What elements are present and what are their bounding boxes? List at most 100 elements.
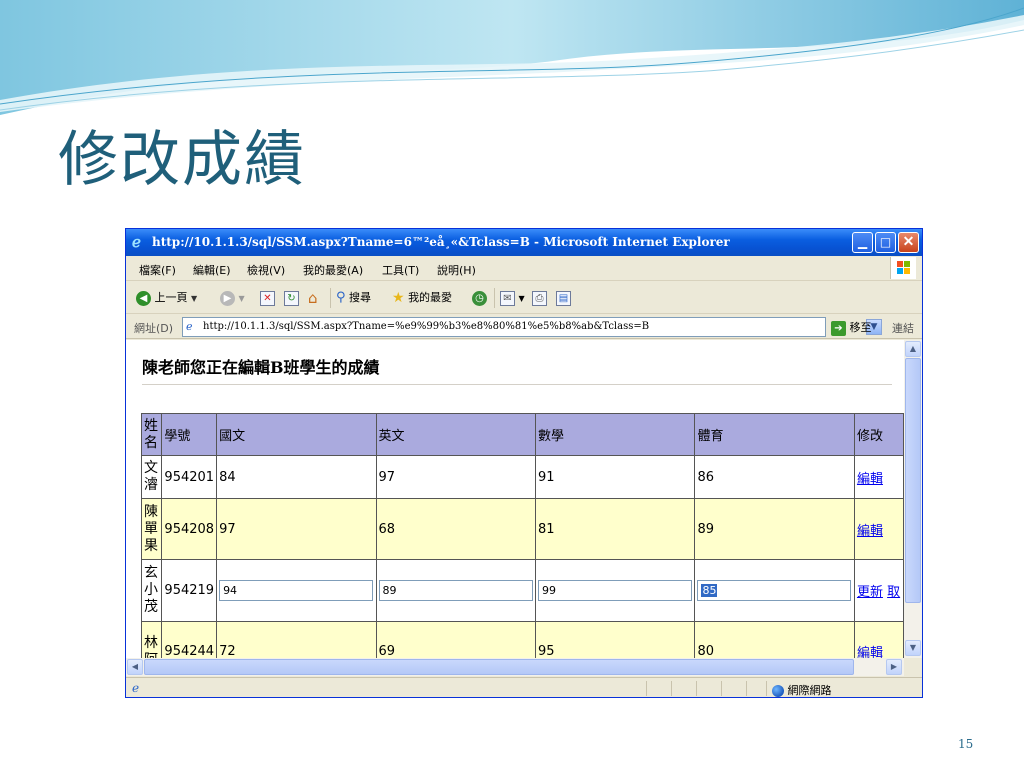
go-label: 移至 xyxy=(849,321,872,334)
status-divider xyxy=(696,681,697,696)
refresh-button[interactable]: ↻ xyxy=(284,289,299,307)
address-url: http://10.1.1.3/sql/SSM.aspx?Tname=%e9%9… xyxy=(203,321,650,332)
favorites-label: 我的最愛 xyxy=(408,291,453,304)
col-header-pe: 體育 xyxy=(694,413,855,456)
math-score-input[interactable] xyxy=(538,580,692,601)
score-pe: 86 xyxy=(694,455,855,499)
cancel-link[interactable]: 取 xyxy=(887,585,900,600)
vertical-scroll-thumb[interactable] xyxy=(905,358,921,603)
status-divider xyxy=(766,681,767,696)
slide-number: 15 xyxy=(958,737,974,751)
horizontal-scroll-thumb[interactable] xyxy=(144,659,854,675)
score-math: 95 xyxy=(534,621,696,658)
status-divider xyxy=(746,681,747,696)
go-button[interactable]: ➔ 移至 xyxy=(831,319,872,336)
scroll-down-icon[interactable]: ▼ xyxy=(905,640,921,656)
search-button[interactable]: ⚲ 搜尋 xyxy=(336,289,371,307)
address-input[interactable]: ℯ http://10.1.1.3/sql/SSM.aspx?Tname=%e9… xyxy=(182,317,882,337)
table-row: 陳單果 954208 97 68 81 89 編輯 xyxy=(140,498,904,560)
menu-bar: 檔案(F) 編輯(E) 檢視(V) 我的最愛(A) 工具(T) 說明(H) xyxy=(126,256,922,281)
refresh-icon: ↻ xyxy=(284,290,299,306)
score-english: 68 xyxy=(375,498,537,560)
forward-arrow-icon: ▶ xyxy=(220,290,235,306)
search-label: 搜尋 xyxy=(349,291,372,304)
menu-file[interactable]: 檔案(F) xyxy=(139,262,176,278)
home-button[interactable]: ⌂ xyxy=(308,289,318,307)
score-math: 81 xyxy=(534,498,696,560)
student-id: 954208 xyxy=(161,498,218,560)
close-button[interactable]: ✕ xyxy=(898,232,919,253)
page-heading: 陳老師您正在編輯B班學生的成績 xyxy=(142,358,380,377)
student-name: 陳單果 xyxy=(140,498,163,560)
ie-window: ℯ http://10.1.1.3/sql/SSM.aspx?Tname=6™²… xyxy=(125,228,923,698)
globe-icon xyxy=(772,685,784,697)
col-header-id: 學號 xyxy=(161,413,218,456)
back-dropdown-icon: ▼ xyxy=(191,294,198,303)
window-title: http://10.1.1.3/sql/SSM.aspx?Tname=6™²eå… xyxy=(152,235,730,249)
edit-link[interactable]: 編輯 xyxy=(857,524,883,539)
address-bar: 網址(D) ℯ http://10.1.1.3/sql/SSM.aspx?Tna… xyxy=(126,315,922,339)
col-header-math: 數學 xyxy=(534,413,696,456)
menu-view[interactable]: 檢視(V) xyxy=(247,262,285,278)
student-name: 林阿 xyxy=(140,621,163,658)
chinese-score-input[interactable] xyxy=(219,580,374,601)
menu-tools[interactable]: 工具(T) xyxy=(382,262,419,278)
score-chinese: 84 xyxy=(216,455,377,499)
score-chinese: 97 xyxy=(216,498,377,560)
col-header-name: 姓名 xyxy=(140,413,163,456)
col-header-chinese: 國文 xyxy=(216,413,377,456)
mail-dropdown-icon: ▼ xyxy=(518,294,525,303)
slide-title: 修改成績 xyxy=(58,125,306,195)
heading-rule xyxy=(142,384,892,386)
page-status-icon: ℯ xyxy=(132,681,140,695)
horizontal-scrollbar[interactable]: ◀ ▶ xyxy=(126,658,904,676)
maximize-button[interactable]: □ xyxy=(875,232,896,253)
security-zone: 網際網路 xyxy=(772,682,832,697)
menu-edit[interactable]: 編輯(E) xyxy=(193,262,231,278)
edit-page-button[interactable]: ▤ xyxy=(556,289,571,307)
back-button[interactable]: ◀ 上一頁 ▼ xyxy=(136,289,197,307)
student-id: 954244 xyxy=(161,621,218,658)
stop-button[interactable]: ✕ xyxy=(260,289,275,307)
menu-help[interactable]: 說明(H) xyxy=(437,262,476,278)
edit-link[interactable]: 編輯 xyxy=(857,646,883,658)
score-english: 69 xyxy=(375,621,537,658)
history-button[interactable]: ◷ xyxy=(472,289,487,307)
status-bar: ℯ 網際網路 xyxy=(126,677,922,697)
edit-link[interactable]: 編輯 xyxy=(857,472,883,487)
table-row: 文濬 954201 84 97 91 86 編輯 xyxy=(140,455,904,499)
favorites-star-icon: ★ xyxy=(392,290,405,306)
mail-button[interactable]: ✉ ▼ xyxy=(500,289,525,307)
print-button[interactable]: ⎙ xyxy=(532,289,547,307)
english-score-input[interactable] xyxy=(378,580,533,601)
scroll-left-icon[interactable]: ◀ xyxy=(127,659,143,675)
links-button[interactable]: 連結 xyxy=(892,320,914,336)
home-icon: ⌂ xyxy=(308,289,318,307)
table-header-row: 姓名 學號 國文 英文 數學 體育 修改 xyxy=(140,413,904,456)
student-id: 954201 xyxy=(161,455,218,499)
toolbar-divider xyxy=(494,288,495,308)
title-bar[interactable]: ℯ http://10.1.1.3/sql/SSM.aspx?Tname=6™²… xyxy=(126,229,922,256)
back-arrow-icon: ◀ xyxy=(136,290,151,306)
go-arrow-icon: ➔ xyxy=(831,320,846,336)
scroll-corner xyxy=(904,658,922,676)
student-name: 文濬 xyxy=(140,455,163,499)
forward-button[interactable]: ▶ ▼ xyxy=(220,289,245,307)
minimize-button[interactable]: ▁ xyxy=(852,232,873,253)
pe-score-input[interactable]: 85 xyxy=(697,580,852,601)
scroll-up-icon[interactable]: ▲ xyxy=(905,341,921,357)
grade-table: 姓名 學號 國文 英文 數學 體育 修改 文濬 954201 84 97 91 … xyxy=(140,413,904,658)
vertical-scrollbar[interactable]: ▲ ▼ xyxy=(904,340,922,658)
menu-favorites[interactable]: 我的最愛(A) xyxy=(303,262,363,278)
student-id: 954219 xyxy=(161,559,218,622)
score-chinese: 72 xyxy=(216,621,377,658)
stop-icon: ✕ xyxy=(260,290,275,306)
mail-icon: ✉ xyxy=(500,290,515,306)
scroll-right-icon[interactable]: ▶ xyxy=(886,659,902,675)
pe-score-selected-text: 85 xyxy=(701,584,718,597)
table-row: 林阿 954244 72 69 95 80 編輯 xyxy=(140,621,904,658)
score-pe: 80 xyxy=(694,621,855,658)
favorites-button[interactable]: ★ 我的最愛 xyxy=(392,289,452,307)
status-divider xyxy=(721,681,722,696)
update-link[interactable]: 更新 xyxy=(857,585,883,600)
